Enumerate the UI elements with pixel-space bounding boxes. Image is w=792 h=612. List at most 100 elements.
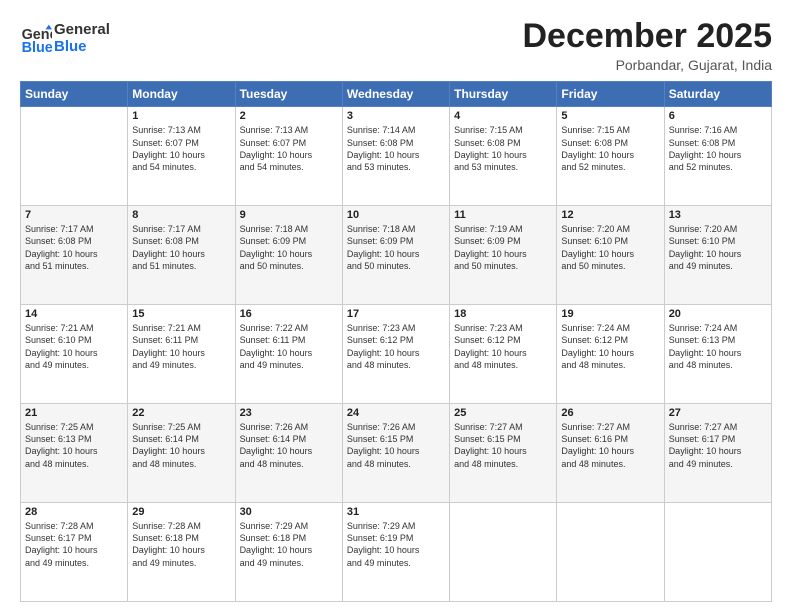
- day-number: 24: [347, 407, 445, 419]
- calendar-cell: 13Sunrise: 7:20 AM Sunset: 6:10 PM Dayli…: [664, 206, 771, 305]
- day-number: 30: [240, 506, 338, 518]
- day-info: Sunrise: 7:19 AM Sunset: 6:09 PM Dayligh…: [454, 223, 552, 272]
- calendar-cell: 31Sunrise: 7:29 AM Sunset: 6:19 PM Dayli…: [342, 503, 449, 602]
- day-info: Sunrise: 7:26 AM Sunset: 6:15 PM Dayligh…: [347, 421, 445, 470]
- calendar-cell: 14Sunrise: 7:21 AM Sunset: 6:10 PM Dayli…: [21, 305, 128, 404]
- day-number: 17: [347, 308, 445, 320]
- day-number: 10: [347, 209, 445, 221]
- calendar-cell: 1 Sunrise: 7:13 AM Sunset: 6:07 PM Daylig…: [128, 107, 235, 206]
- calendar-cell: [664, 503, 771, 602]
- calendar-cell: 26 Sunrise: 7:27 AM Sunset: 6:16 PM Dayli…: [557, 404, 664, 503]
- calendar-cell: 12Sunrise: 7:20 AM Sunset: 6:10 PM Dayli…: [557, 206, 664, 305]
- day-number: 7: [25, 209, 123, 221]
- day-number: 15: [132, 308, 230, 320]
- day-number: 2: [240, 110, 338, 122]
- calendar-cell: 18 Sunrise: 7:23 AM Sunset: 6:12 PM Dayli…: [450, 305, 557, 404]
- day-number: 21: [25, 407, 123, 419]
- calendar-body: 1 Sunrise: 7:13 AM Sunset: 6:07 PM Daylig…: [21, 107, 772, 602]
- calendar-cell: 24 Sunrise: 7:26 AM Sunset: 6:15 PM Dayli…: [342, 404, 449, 503]
- day-info: Sunrise: 7:23 AM Sunset: 6:12 PM Dayligh…: [347, 322, 445, 371]
- calendar-cell: 28 Sunrise: 7:28 AM Sunset: 6:17 PM Dayli…: [21, 503, 128, 602]
- svg-text:Blue: Blue: [22, 39, 52, 54]
- day-info: Sunrise: 7:21 AM Sunset: 6:11 PM Dayligh…: [132, 322, 230, 371]
- day-info: Sunrise: 7:29 AM Sunset: 6:19 PM Dayligh…: [347, 520, 445, 569]
- day-number: 5: [561, 110, 659, 122]
- calendar-week-2: 7Sunrise: 7:17 AM Sunset: 6:08 PM Daylig…: [21, 206, 772, 305]
- day-number: 1: [132, 110, 230, 122]
- calendar-cell: 23 Sunrise: 7:26 AM Sunset: 6:14 PM Dayli…: [235, 404, 342, 503]
- calendar-weekday-tuesday: Tuesday: [235, 82, 342, 107]
- day-info: Sunrise: 7:22 AM Sunset: 6:11 PM Dayligh…: [240, 322, 338, 371]
- day-number: 18: [454, 308, 552, 320]
- day-number: 27: [669, 407, 767, 419]
- calendar-table: SundayMondayTuesdayWednesdayThursdayFrid…: [20, 81, 772, 602]
- calendar-week-5: 28 Sunrise: 7:28 AM Sunset: 6:17 PM Dayli…: [21, 503, 772, 602]
- calendar-weekday-thursday: Thursday: [450, 82, 557, 107]
- day-info: Sunrise: 7:23 AM Sunset: 6:12 PM Dayligh…: [454, 322, 552, 371]
- day-number: 29: [132, 506, 230, 518]
- day-number: 14: [25, 308, 123, 320]
- calendar-cell: [450, 503, 557, 602]
- calendar-header-row: SundayMondayTuesdayWednesdayThursdayFrid…: [21, 82, 772, 107]
- day-info: Sunrise: 7:20 AM Sunset: 6:10 PM Dayligh…: [669, 223, 767, 272]
- calendar-cell: 19 Sunrise: 7:24 AM Sunset: 6:12 PM Dayli…: [557, 305, 664, 404]
- calendar-weekday-monday: Monday: [128, 82, 235, 107]
- day-number: 8: [132, 209, 230, 221]
- day-info: Sunrise: 7:13 AM Sunset: 6:07 PM Dayligh…: [132, 124, 230, 173]
- day-info: Sunrise: 7:25 AM Sunset: 6:13 PM Dayligh…: [25, 421, 123, 470]
- calendar-week-1: 1 Sunrise: 7:13 AM Sunset: 6:07 PM Daylig…: [21, 107, 772, 206]
- calendar-week-3: 14Sunrise: 7:21 AM Sunset: 6:10 PM Dayli…: [21, 305, 772, 404]
- calendar-cell: 16 Sunrise: 7:22 AM Sunset: 6:11 PM Dayli…: [235, 305, 342, 404]
- calendar-cell: 6 Sunrise: 7:16 AM Sunset: 6:08 PM Daylig…: [664, 107, 771, 206]
- day-info: Sunrise: 7:26 AM Sunset: 6:14 PM Dayligh…: [240, 421, 338, 470]
- day-number: 6: [669, 110, 767, 122]
- calendar-cell: 17 Sunrise: 7:23 AM Sunset: 6:12 PM Dayli…: [342, 305, 449, 404]
- day-info: Sunrise: 7:18 AM Sunset: 6:09 PM Dayligh…: [240, 223, 338, 272]
- day-number: 19: [561, 308, 659, 320]
- day-info: Sunrise: 7:28 AM Sunset: 6:17 PM Dayligh…: [25, 520, 123, 569]
- day-info: Sunrise: 7:15 AM Sunset: 6:08 PM Dayligh…: [561, 124, 659, 173]
- calendar-cell: 15 Sunrise: 7:21 AM Sunset: 6:11 PM Dayli…: [128, 305, 235, 404]
- calendar-cell: 11 Sunrise: 7:19 AM Sunset: 6:09 PM Dayli…: [450, 206, 557, 305]
- day-info: Sunrise: 7:18 AM Sunset: 6:09 PM Dayligh…: [347, 223, 445, 272]
- calendar-cell: 10 Sunrise: 7:18 AM Sunset: 6:09 PM Dayli…: [342, 206, 449, 305]
- page: General Blue General Blue December 2025 …: [0, 0, 792, 612]
- day-info: Sunrise: 7:25 AM Sunset: 6:14 PM Dayligh…: [132, 421, 230, 470]
- day-info: Sunrise: 7:24 AM Sunset: 6:13 PM Dayligh…: [669, 322, 767, 371]
- calendar-cell: 4Sunrise: 7:15 AM Sunset: 6:08 PM Daylig…: [450, 107, 557, 206]
- day-number: 16: [240, 308, 338, 320]
- day-info: Sunrise: 7:29 AM Sunset: 6:18 PM Dayligh…: [240, 520, 338, 569]
- month-title: December 2025: [522, 18, 772, 55]
- calendar-cell: 27Sunrise: 7:27 AM Sunset: 6:17 PM Dayli…: [664, 404, 771, 503]
- calendar-cell: 29 Sunrise: 7:28 AM Sunset: 6:18 PM Dayli…: [128, 503, 235, 602]
- day-number: 12: [561, 209, 659, 221]
- day-number: 20: [669, 308, 767, 320]
- calendar-weekday-wednesday: Wednesday: [342, 82, 449, 107]
- day-number: 9: [240, 209, 338, 221]
- day-number: 3: [347, 110, 445, 122]
- location: Porbandar, Gujarat, India: [522, 57, 772, 73]
- logo-icon: General Blue: [20, 23, 52, 55]
- logo-line1: General: [54, 22, 110, 39]
- day-info: Sunrise: 7:13 AM Sunset: 6:07 PM Dayligh…: [240, 124, 338, 173]
- calendar-cell: [21, 107, 128, 206]
- header: General Blue General Blue December 2025 …: [20, 18, 772, 73]
- calendar-cell: 5 Sunrise: 7:15 AM Sunset: 6:08 PM Daylig…: [557, 107, 664, 206]
- calendar-cell: 30 Sunrise: 7:29 AM Sunset: 6:18 PM Dayli…: [235, 503, 342, 602]
- calendar-cell: 2 Sunrise: 7:13 AM Sunset: 6:07 PM Daylig…: [235, 107, 342, 206]
- day-number: 23: [240, 407, 338, 419]
- calendar-cell: 8Sunrise: 7:17 AM Sunset: 6:08 PM Daylig…: [128, 206, 235, 305]
- day-info: Sunrise: 7:24 AM Sunset: 6:12 PM Dayligh…: [561, 322, 659, 371]
- calendar-cell: 20 Sunrise: 7:24 AM Sunset: 6:13 PM Dayli…: [664, 305, 771, 404]
- day-info: Sunrise: 7:16 AM Sunset: 6:08 PM Dayligh…: [669, 124, 767, 173]
- day-number: 26: [561, 407, 659, 419]
- day-info: Sunrise: 7:27 AM Sunset: 6:16 PM Dayligh…: [561, 421, 659, 470]
- calendar-cell: [557, 503, 664, 602]
- day-number: 28: [25, 506, 123, 518]
- day-info: Sunrise: 7:14 AM Sunset: 6:08 PM Dayligh…: [347, 124, 445, 173]
- day-number: 11: [454, 209, 552, 221]
- calendar-cell: 22 Sunrise: 7:25 AM Sunset: 6:14 PM Dayli…: [128, 404, 235, 503]
- day-info: Sunrise: 7:27 AM Sunset: 6:15 PM Dayligh…: [454, 421, 552, 470]
- day-number: 22: [132, 407, 230, 419]
- day-info: Sunrise: 7:28 AM Sunset: 6:18 PM Dayligh…: [132, 520, 230, 569]
